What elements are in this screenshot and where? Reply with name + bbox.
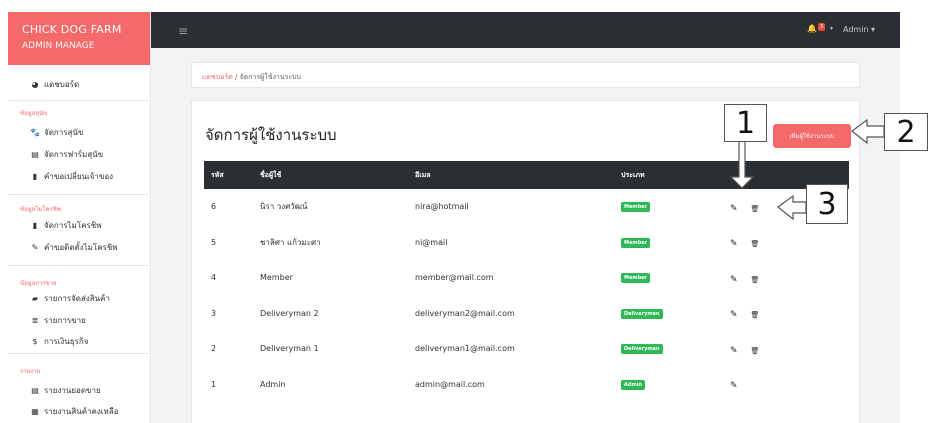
annotation-arrows — [729, 118, 885, 221]
arrow-left-icon — [777, 194, 807, 221]
arrow-left-icon — [851, 118, 885, 145]
annotation-3: 3 — [806, 184, 848, 224]
arrow-down-icon — [729, 139, 755, 189]
annotation-1: 1 — [724, 104, 767, 142]
annotation-2: 2 — [884, 113, 928, 151]
